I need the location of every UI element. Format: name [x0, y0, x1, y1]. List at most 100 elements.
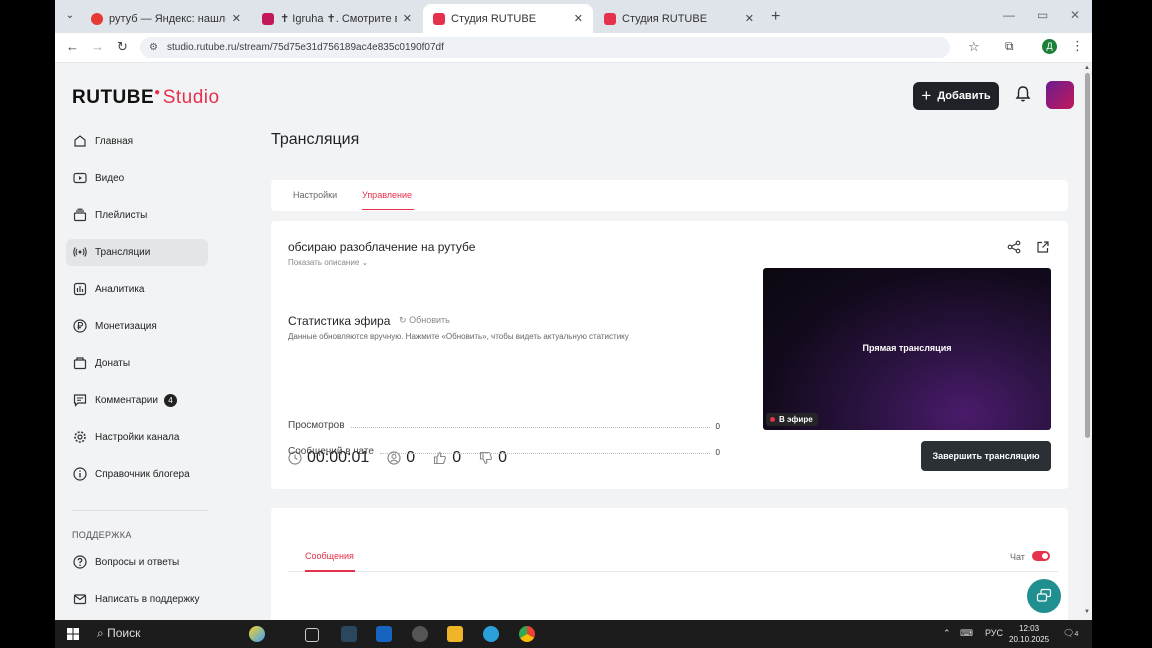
- rutube-studio-logo[interactable]: RUTUBE● Studio: [72, 87, 220, 109]
- active-tab-underline: [362, 209, 414, 210]
- minimize-icon[interactable]: —: [1003, 8, 1015, 22]
- share-icon[interactable]: [1007, 240, 1021, 254]
- chat-card: Сообщения Чат: [271, 508, 1068, 620]
- reload-icon[interactable]: ↻: [117, 39, 128, 55]
- keyboard-icon[interactable]: ⌨: [960, 628, 973, 639]
- browser-tab-rutube-video[interactable]: ✝ Igruha ✝. Смотрите видео ✕: [252, 4, 422, 33]
- tray-chevron-icon[interactable]: ⌃: [943, 628, 951, 639]
- home-icon: [74, 135, 86, 147]
- tab-search-chevron-icon[interactable]: ⌄: [63, 9, 77, 23]
- profile-avatar[interactable]: Д: [1042, 39, 1057, 54]
- file-explorer-icon[interactable]: [447, 626, 463, 642]
- chat-toggle[interactable]: [1032, 551, 1050, 561]
- channel-avatar[interactable]: [1046, 81, 1074, 109]
- notifications-icon[interactable]: 🗨4: [1063, 628, 1078, 639]
- windows-start-icon[interactable]: [67, 628, 79, 640]
- analytics-icon: [73, 282, 87, 296]
- right-black-border: [1092, 0, 1152, 620]
- refresh-stats-button[interactable]: ↻ Обновить: [399, 315, 450, 326]
- scroll-down-icon[interactable]: ▼: [1084, 609, 1090, 615]
- steam-icon[interactable]: [341, 626, 357, 642]
- page-scrollbar[interactable]: ▲ ▼: [1083, 63, 1092, 620]
- question-icon: [73, 555, 87, 569]
- add-button[interactable]: + Добавить: [913, 82, 999, 110]
- chat-active-tab-underline: [305, 570, 355, 572]
- close-window-icon[interactable]: ✕: [1070, 8, 1080, 22]
- notifications-bell-icon[interactable]: [1015, 85, 1031, 103]
- sidebar-item-monetization[interactable]: Монетизация: [66, 313, 208, 340]
- stats-note: Данные обновляются вручную. Нажмите «Обн…: [288, 332, 629, 341]
- tab-settings[interactable]: Настройки: [293, 190, 337, 200]
- sidebar-item-channel-settings[interactable]: Настройки канала: [66, 424, 208, 451]
- video-icon: [73, 172, 87, 184]
- comment-icon: [73, 394, 87, 407]
- back-icon[interactable]: ←: [66, 39, 79, 54]
- sidebar-item-donations[interactable]: Донаты: [66, 350, 208, 377]
- app-icon[interactable]: [376, 626, 392, 642]
- end-stream-button[interactable]: Завершить трансляцию: [921, 441, 1051, 471]
- help-chat-button[interactable]: [1027, 579, 1061, 613]
- telegram-icon[interactable]: [483, 626, 499, 642]
- stat-leader-dots: [350, 427, 710, 428]
- stat-label: Сообщений в чате: [288, 446, 374, 457]
- playlist-icon: [73, 208, 87, 222]
- site-settings-icon[interactable]: ⚙: [149, 37, 158, 58]
- broadcast-icon: [73, 247, 87, 257]
- live-dot-icon: [770, 417, 775, 423]
- scrollbar-thumb[interactable]: [1085, 73, 1090, 438]
- stat-leader-dots: [379, 453, 710, 454]
- task-view-icon[interactable]: [305, 628, 319, 642]
- tab-close-icon[interactable]: ✕: [403, 12, 412, 25]
- show-description-link[interactable]: Показать описание ⌄: [288, 258, 368, 267]
- gear-icon: [74, 431, 86, 443]
- copilot-widget-icon[interactable]: [249, 626, 265, 642]
- url-field[interactable]: ⚙ studio.rutube.ru/stream/75d75e31d75618…: [140, 37, 950, 58]
- scroll-up-icon[interactable]: ▲: [1084, 65, 1090, 71]
- browser-menu-icon[interactable]: ⋮: [1071, 38, 1084, 54]
- tab-management[interactable]: Управление: [362, 190, 412, 200]
- stat-value: 0: [715, 422, 720, 431]
- chrome-icon[interactable]: [519, 626, 535, 642]
- taskbar-search[interactable]: ⌕ Поиск: [97, 626, 140, 641]
- tab-close-icon[interactable]: ✕: [574, 12, 583, 25]
- chat-tabs-divider: [288, 571, 1058, 572]
- new-tab-icon[interactable]: +: [771, 8, 780, 26]
- sidebar-item-analytics[interactable]: Аналитика: [66, 276, 208, 303]
- donate-icon: [73, 357, 87, 370]
- tab-messages[interactable]: Сообщения: [305, 551, 354, 561]
- sidebar-item-home[interactable]: Главная: [66, 128, 208, 155]
- windows-taskbar: ⌕ Поиск ⌃ ⌨ РУС 12:03 20.10.2025 🗨4: [55, 620, 1092, 648]
- left-black-border: [0, 0, 55, 620]
- browser-tab-studio[interactable]: Студия RUTUBE ✕: [594, 4, 764, 33]
- browser-tab-studio-active[interactable]: Студия RUTUBE ✕: [423, 4, 593, 33]
- open-external-icon[interactable]: [1036, 240, 1050, 254]
- restore-icon[interactable]: ▭: [1037, 8, 1048, 22]
- page-title: Трансляция: [271, 131, 360, 148]
- sidebar-item-video[interactable]: Видео: [66, 165, 208, 192]
- sidebar-item-blogger-guide[interactable]: Справочник блогера: [66, 461, 208, 488]
- browser-tab-yandex[interactable]: рутуб — Яндекс: нашлось 5 тыс ✕: [81, 4, 251, 33]
- plus-icon: +: [921, 86, 932, 105]
- chat-toggle-label: Чат: [1010, 552, 1025, 562]
- recorder-icon[interactable]: [412, 626, 428, 642]
- language-indicator[interactable]: РУС: [985, 628, 1003, 638]
- tab-close-icon[interactable]: ✕: [745, 12, 754, 25]
- taskbar-clock[interactable]: 12:03 20.10.2025: [1009, 623, 1049, 645]
- stat-row: Просмотров 0: [288, 417, 720, 431]
- stat-value: 0: [715, 448, 720, 457]
- sidebar-item-playlists[interactable]: Плейлисты: [66, 202, 208, 229]
- chat-bubbles-icon: [1036, 588, 1052, 602]
- comments-count-badge: 4: [163, 394, 177, 407]
- tab-close-icon[interactable]: ✕: [232, 12, 241, 25]
- stream-preview[interactable]: Прямая трансляция В эфире: [763, 268, 1051, 430]
- sidebar-item-broadcasts[interactable]: Трансляции: [66, 239, 208, 266]
- sidebar-item-comments[interactable]: Комментарии 4: [66, 387, 208, 414]
- ruble-icon: [73, 319, 87, 333]
- bookmark-star-icon[interactable]: ☆: [968, 39, 980, 55]
- forward-icon[interactable]: →: [91, 39, 104, 54]
- sidebar-item-faq[interactable]: Вопросы и ответы: [66, 549, 208, 576]
- support-nav: Вопросы и ответы Написать в поддержку: [66, 549, 208, 620]
- refresh-icon: ↻: [399, 315, 407, 325]
- extensions-icon[interactable]: ⧉: [1005, 39, 1014, 54]
- sidebar-item-contact-support[interactable]: Написать в поддержку: [66, 586, 208, 613]
